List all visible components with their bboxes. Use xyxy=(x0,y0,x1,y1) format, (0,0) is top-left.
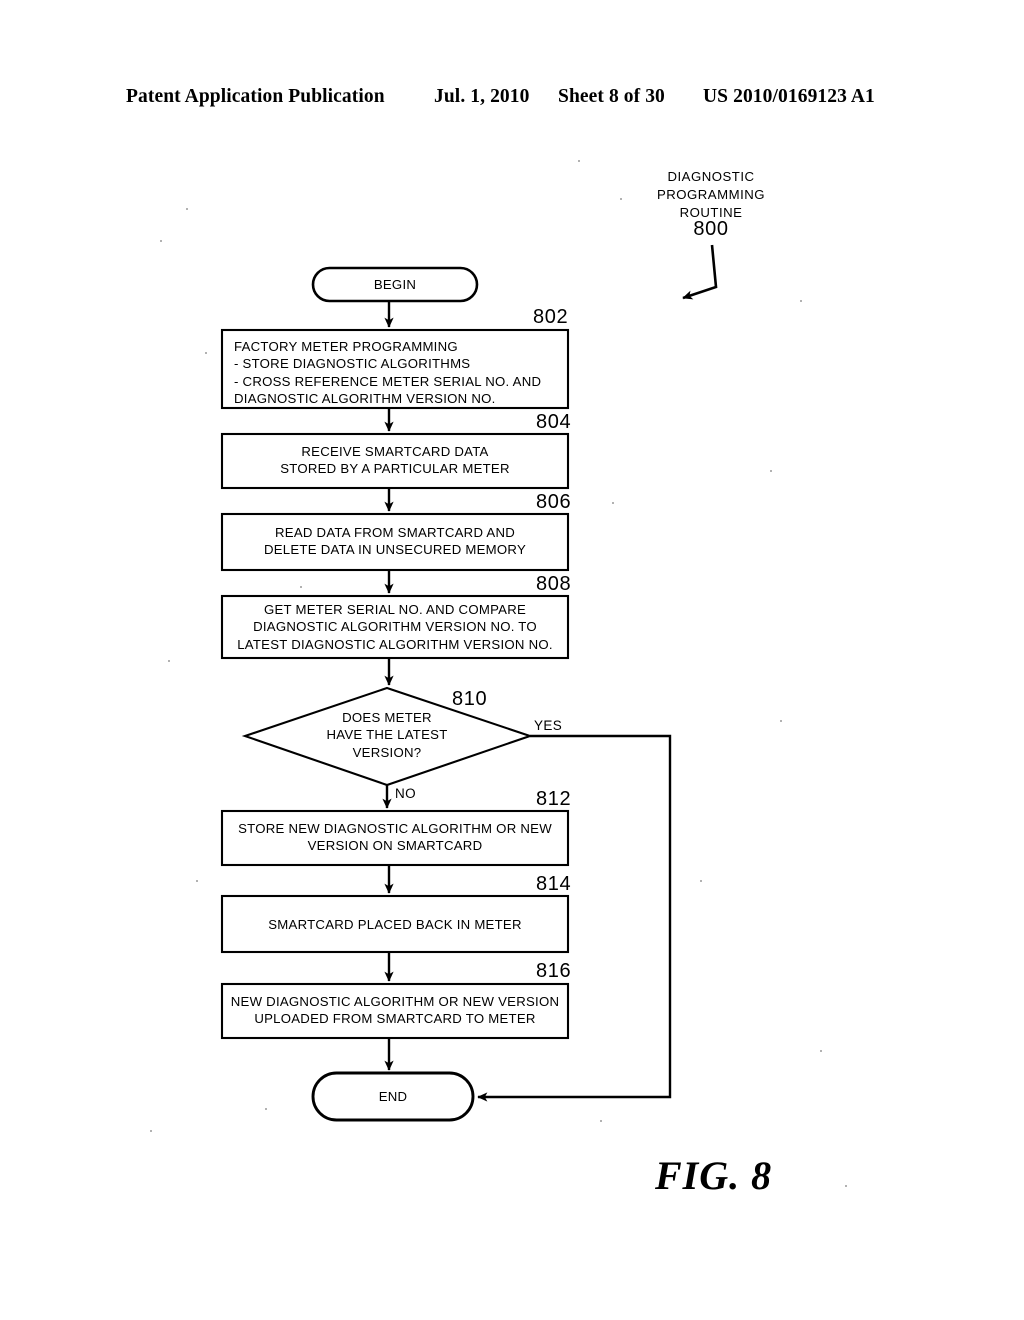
scan-speck xyxy=(600,1120,602,1122)
branch-label-no: NO xyxy=(395,786,417,801)
scan-speck xyxy=(612,502,614,504)
scan-speck xyxy=(800,300,802,302)
box-814-label: SMARTCARD PLACED BACK IN METER xyxy=(268,917,522,932)
decision-810-label: DOES METER HAVE THE LATEST VERSION? xyxy=(326,710,448,760)
ref-number-804: 804 xyxy=(536,411,572,433)
scan-speck xyxy=(820,1050,822,1052)
scan-speck xyxy=(780,720,782,722)
routine-800-leader-arrow xyxy=(682,244,718,300)
figure-caption: FIG. 8 xyxy=(655,1153,773,1198)
ref-number-816: 816 xyxy=(536,960,572,982)
scan-speck xyxy=(578,160,580,162)
box-816-label: NEW DIAGNOSTIC ALGORITHM OR NEW VERSION … xyxy=(230,994,560,1027)
ref-number-806: 806 xyxy=(536,491,572,513)
scan-speck xyxy=(770,470,772,472)
scan-speck xyxy=(168,660,170,662)
ref-number-802: 802 xyxy=(533,306,569,328)
ref-number-808: 808 xyxy=(536,573,572,595)
box-812-label: STORE NEW DIAGNOSTIC ALGORITHM OR NEW VE… xyxy=(238,821,552,854)
scan-speck xyxy=(620,198,622,200)
flowchart-vector-layer xyxy=(220,244,718,1122)
branch-label-yes: YES xyxy=(534,718,563,733)
scan-speck xyxy=(845,1185,847,1187)
ref-number-814: 814 xyxy=(536,873,572,895)
begin-terminator-label: BEGIN xyxy=(373,277,417,292)
scan-speck xyxy=(700,880,702,882)
box-804-label: RECEIVE SMARTCARD DATA STORED BY A PARTI… xyxy=(280,444,510,477)
routine-800-label: DIAGNOSTIC PROGRAMMING ROUTINE xyxy=(656,169,766,220)
scan-speck xyxy=(186,208,188,210)
scan-speck xyxy=(205,352,207,354)
ref-number-812: 812 xyxy=(536,788,572,810)
box-806-label: READ DATA FROM SMARTCARD AND DELETE DATA… xyxy=(263,525,526,558)
routine-800-number: 800 xyxy=(693,218,729,240)
figure-8-flowchart xyxy=(0,0,1024,1320)
scan-speck xyxy=(300,586,302,588)
scan-speck xyxy=(265,1108,267,1110)
scan-speck xyxy=(150,1130,152,1132)
end-terminator-label: END xyxy=(378,1089,408,1104)
ref-number-810: 810 xyxy=(452,688,488,710)
box-808-label: GET METER SERIAL NO. AND COMPARE DIAGNOS… xyxy=(237,602,553,652)
scan-speck xyxy=(160,240,162,242)
scan-speck xyxy=(196,880,198,882)
box-802-label: FACTORY METER PROGRAMMING - STORE DIAGNO… xyxy=(234,339,542,407)
